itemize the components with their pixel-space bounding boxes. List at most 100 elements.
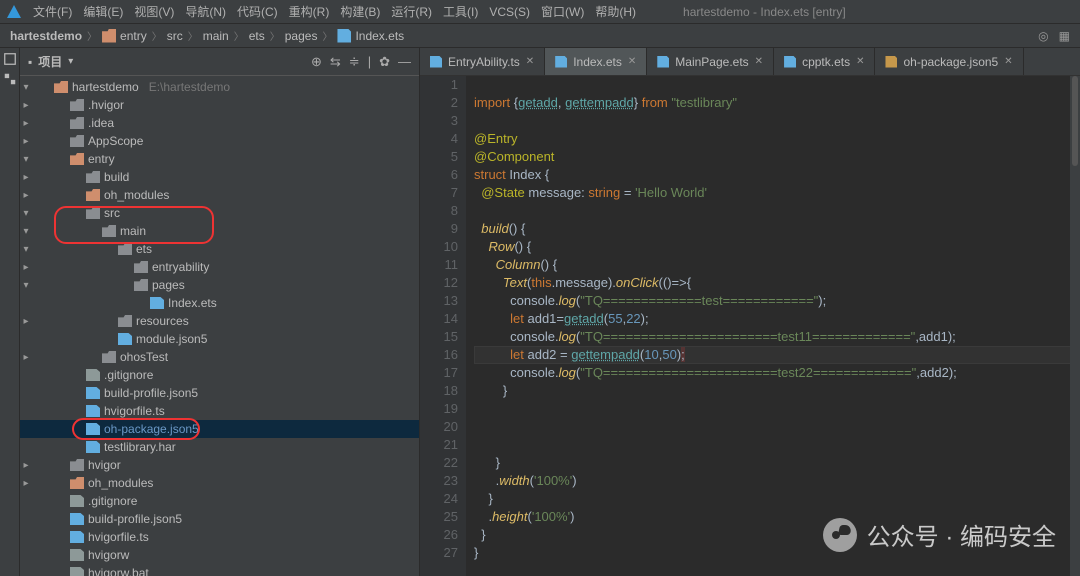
- tree-item--gitignore[interactable]: .gitignore: [20, 492, 419, 510]
- breadcrumb-item[interactable]: Index.ets: [337, 29, 404, 43]
- menu-help[interactable]: 帮助(H): [591, 1, 640, 22]
- hide-icon[interactable]: —: [398, 54, 411, 70]
- tree-item-main[interactable]: main: [20, 222, 419, 240]
- vertical-scrollbar[interactable]: [1070, 76, 1080, 576]
- tree-item-path: E:\hartestdemo: [149, 80, 230, 94]
- tree-item-testlibrary-har[interactable]: testlibrary.har: [20, 438, 419, 456]
- tree-item-label: hartestdemo: [72, 80, 139, 94]
- project-tool-icon[interactable]: [3, 52, 17, 66]
- tree-item-label: src: [104, 206, 120, 220]
- tree-item-oh-modules[interactable]: oh_modules: [20, 186, 419, 204]
- close-icon[interactable]: ✕: [1004, 56, 1012, 67]
- folder-icon: [70, 135, 84, 147]
- menu-vcs[interactable]: VCS(S): [485, 3, 534, 21]
- tree-item-label: build: [104, 170, 129, 184]
- close-icon[interactable]: ✕: [755, 56, 763, 67]
- menu-window[interactable]: 窗口(W): [537, 1, 588, 22]
- tree-item-appscope[interactable]: AppScope: [20, 132, 419, 150]
- tree-item-hartestdemo[interactable]: hartestdemo E:\hartestdemo: [20, 78, 419, 96]
- expand-all-icon[interactable]: ⇆: [330, 54, 341, 70]
- breadcrumb-item[interactable]: hartestdemo: [10, 29, 82, 43]
- tree-item-hvigorfile-ts[interactable]: hvigorfile.ts: [20, 528, 419, 546]
- folder-icon: [86, 207, 100, 219]
- tree-item-resources[interactable]: resources: [20, 312, 419, 330]
- tree-item-pages[interactable]: pages: [20, 276, 419, 294]
- tree-item-build-profile-json5[interactable]: build-profile.json5: [20, 510, 419, 528]
- tree-item-label: .gitignore: [88, 494, 137, 508]
- close-icon[interactable]: ✕: [628, 56, 636, 67]
- menu-tools[interactable]: 工具(I): [439, 1, 482, 22]
- file-icon: [555, 56, 567, 68]
- collapse-icon[interactable]: ▪: [28, 55, 32, 69]
- breadcrumb: hartestdemo〉 entry〉 src〉 main〉 ets〉 page…: [0, 24, 1080, 48]
- select-opened-icon[interactable]: ⊕: [311, 54, 322, 70]
- panel-settings-icon[interactable]: ✿: [379, 54, 390, 70]
- tab-label: oh-package.json5: [903, 55, 998, 69]
- tree-item--gitignore[interactable]: .gitignore: [20, 366, 419, 384]
- notifications-icon[interactable]: ◎: [1038, 29, 1048, 43]
- tab-oh-package-json5[interactable]: oh-package.json5 ✕: [875, 48, 1023, 75]
- breadcrumb-item[interactable]: pages: [285, 29, 318, 43]
- menu-bar: 文件(F) 编辑(E) 视图(V) 导航(N) 代码(C) 重构(R) 构建(B…: [0, 0, 1080, 24]
- tree-item-src[interactable]: src: [20, 204, 419, 222]
- menu-code[interactable]: 代码(C): [233, 1, 282, 22]
- tree-item-build[interactable]: build: [20, 168, 419, 186]
- menu-navigate[interactable]: 导航(N): [181, 1, 230, 22]
- tree-item-label: oh_modules: [88, 476, 153, 490]
- tree-item-label: hvigorw.bat: [88, 566, 149, 576]
- file-icon: [150, 297, 164, 309]
- menu-refactor[interactable]: 重构(R): [285, 1, 334, 22]
- folder-icon: [102, 225, 116, 237]
- tab-index-ets[interactable]: Index.ets✕: [545, 48, 647, 75]
- tab-entryability-ts[interactable]: EntryAbility.ts ✕: [420, 48, 545, 75]
- folder-icon: [86, 189, 100, 201]
- tab-label: cpptk.ets: [802, 55, 850, 69]
- close-icon[interactable]: ✕: [856, 56, 864, 67]
- tree-item-module-json5[interactable]: module.json5: [20, 330, 419, 348]
- tree-item-label: Index.ets: [168, 296, 217, 310]
- tree-item-label: .idea: [88, 116, 114, 130]
- menu-edit[interactable]: 编辑(E): [79, 1, 127, 22]
- breadcrumb-item[interactable]: main: [203, 29, 229, 43]
- breadcrumb-item[interactable]: src: [167, 29, 183, 43]
- tree-item-ohostest[interactable]: ohosTest: [20, 348, 419, 366]
- menu-file[interactable]: 文件(F): [29, 1, 76, 22]
- editor-area: EntryAbility.ts✕Index.ets✕MainPage.ets✕c…: [420, 48, 1080, 576]
- tree-item-index-ets[interactable]: Index.ets: [20, 294, 419, 312]
- tree-item-oh-modules[interactable]: oh_modules: [20, 474, 419, 492]
- tab-label: MainPage.ets: [675, 55, 748, 69]
- tree-item-label: build-profile.json5: [104, 386, 198, 400]
- tree-item-entry[interactable]: entry: [20, 150, 419, 168]
- line-number-gutter: 1234567891011121314151617181920212223242…: [420, 76, 466, 576]
- tree-item-build-profile-json5[interactable]: build-profile.json5: [20, 384, 419, 402]
- tree-item-oh-package-json5[interactable]: oh-package.json5: [20, 420, 419, 438]
- tree-item-hvigorw-bat[interactable]: hvigorw.bat: [20, 564, 419, 576]
- tree-item-label: hvigor: [88, 458, 121, 472]
- collapse-all-icon[interactable]: ≑: [349, 54, 360, 70]
- settings-icon[interactable]: ▦: [1059, 29, 1070, 43]
- tree-item-entryability[interactable]: entryability: [20, 258, 419, 276]
- breadcrumb-item[interactable]: entry: [102, 29, 147, 43]
- tree-item--hvigor[interactable]: .hvigor: [20, 96, 419, 114]
- tree-item-hvigorfile-ts[interactable]: hvigorfile.ts: [20, 402, 419, 420]
- project-tree[interactable]: hartestdemo E:\hartestdemo .hvigor .idea App…: [20, 76, 419, 576]
- file-icon: [885, 56, 897, 68]
- tree-item-hvigor[interactable]: hvigor: [20, 456, 419, 474]
- tree-item-label: hvigorfile.ts: [88, 530, 149, 544]
- tree-item--idea[interactable]: .idea: [20, 114, 419, 132]
- menu-view[interactable]: 视图(V): [130, 1, 178, 22]
- menu-build[interactable]: 构建(B): [336, 1, 384, 22]
- tree-item-label: entry: [88, 152, 115, 166]
- breadcrumb-item[interactable]: ets: [249, 29, 265, 43]
- tab-label: EntryAbility.ts: [448, 55, 520, 69]
- structure-tool-icon[interactable]: [3, 72, 17, 86]
- close-icon[interactable]: ✕: [526, 56, 534, 67]
- tree-item-ets[interactable]: ets: [20, 240, 419, 258]
- tree-item-label: .hvigor: [88, 98, 124, 112]
- code-content[interactable]: import {getadd, gettempadd} from "testli…: [466, 76, 1080, 576]
- code-editor[interactable]: 1234567891011121314151617181920212223242…: [420, 76, 1080, 576]
- menu-run[interactable]: 运行(R): [387, 1, 436, 22]
- tab-cpptk-ets[interactable]: cpptk.ets ✕: [774, 48, 875, 75]
- tree-item-hvigorw[interactable]: hvigorw: [20, 546, 419, 564]
- tab-mainpage-ets[interactable]: MainPage.ets ✕: [647, 48, 774, 75]
